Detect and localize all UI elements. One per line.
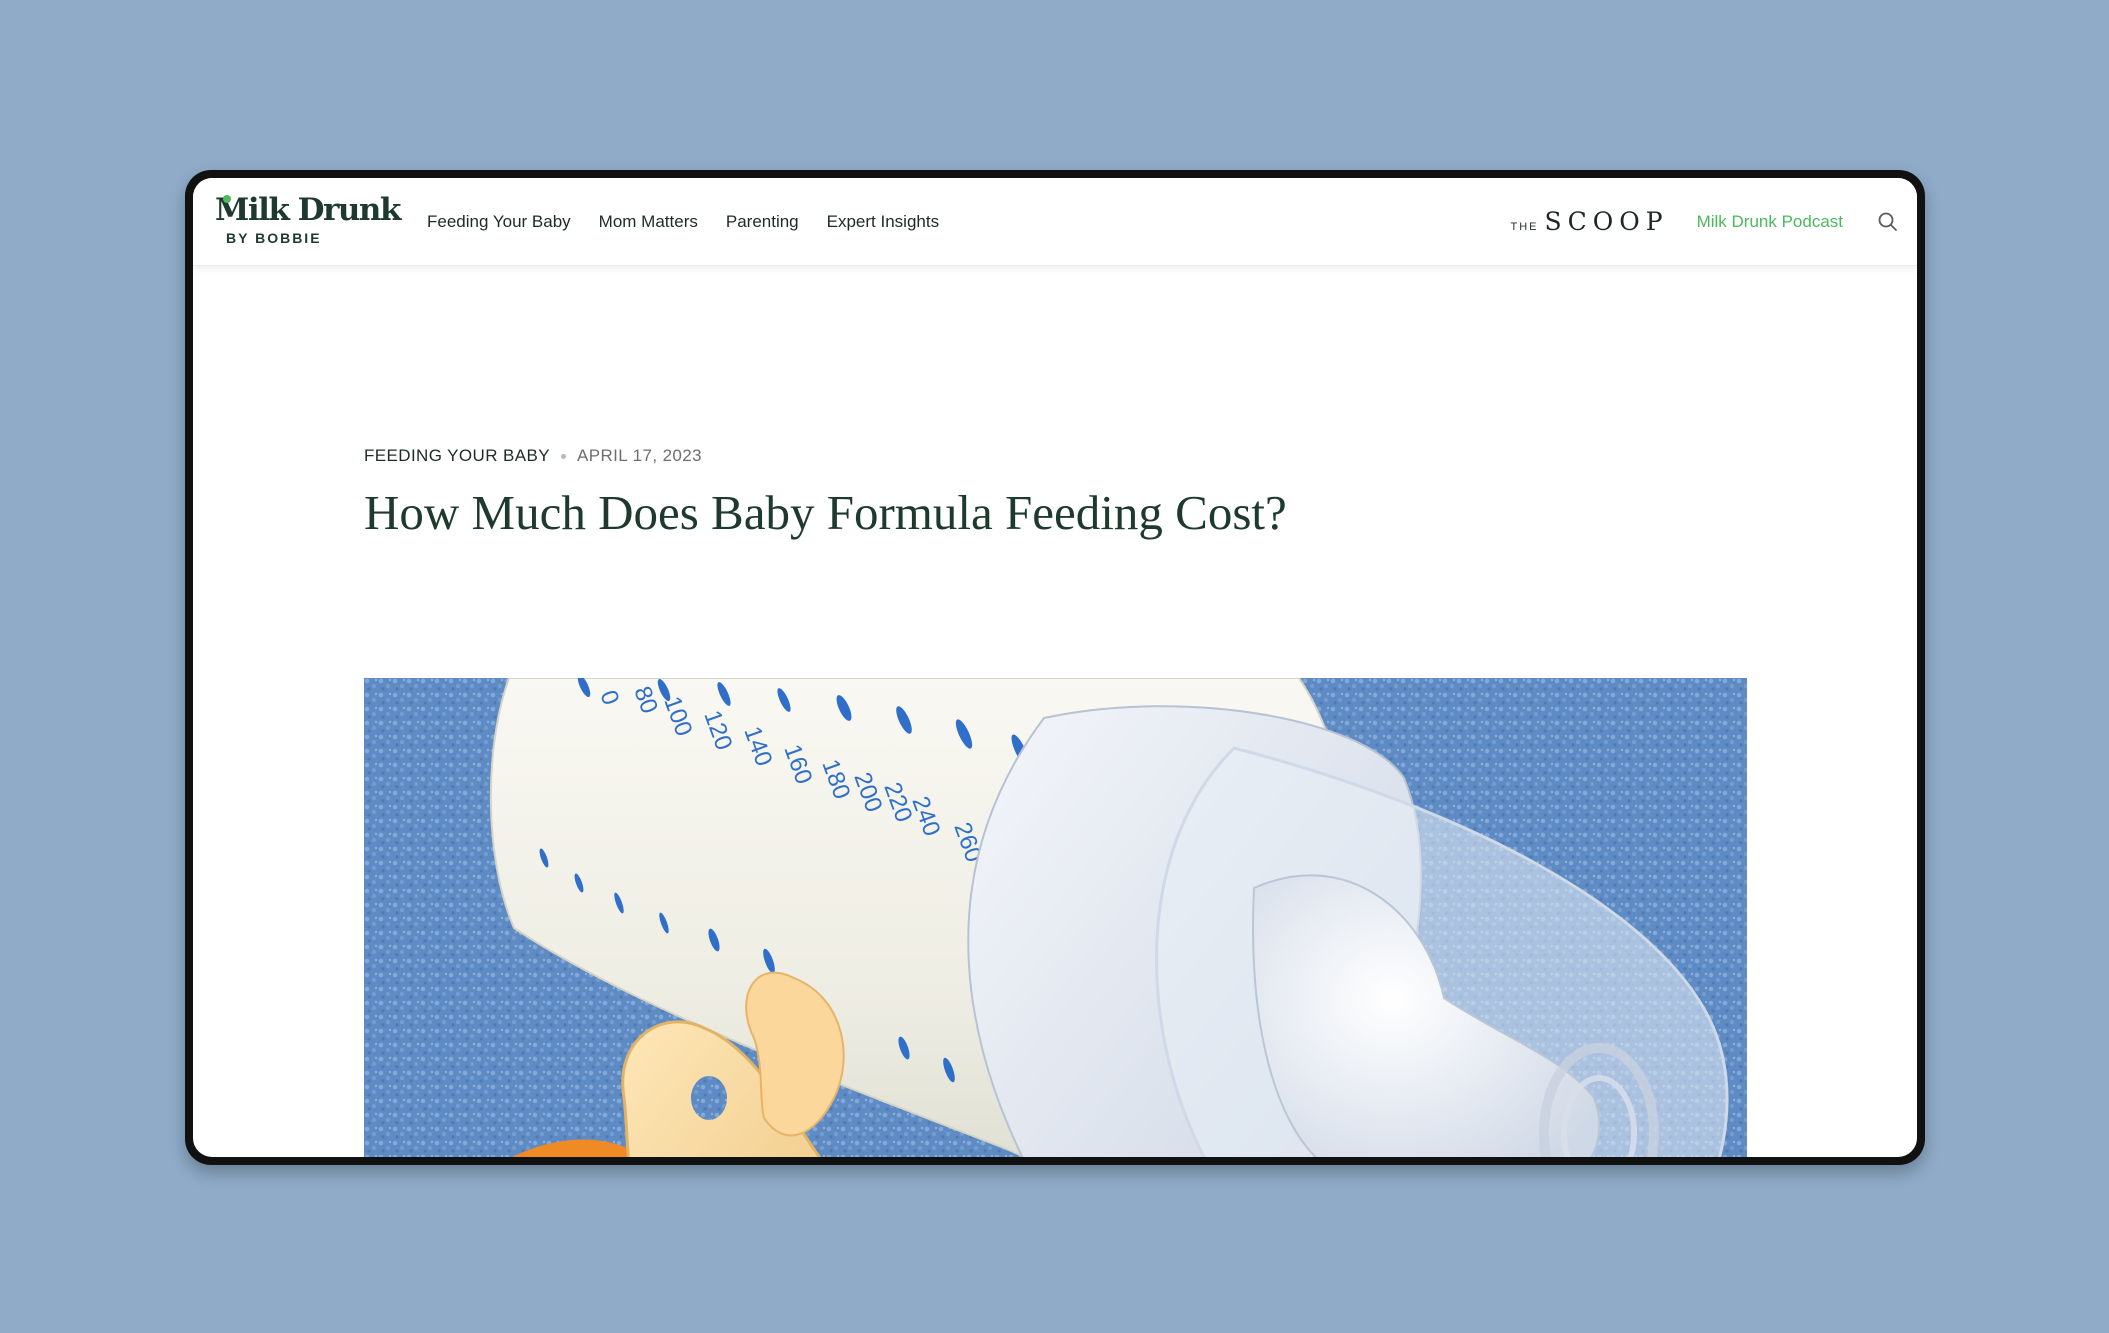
header-right: THE SCOOP Milk Drunk Podcast — [1510, 178, 1917, 265]
meta-separator — [560, 453, 566, 459]
device-frame: Milk Drunk BY BOBBIE Feeding Your Baby M… — [185, 170, 1925, 1165]
nav-item-mom-matters[interactable]: Mom Matters — [599, 212, 698, 232]
article-title: How Much Does Baby Formula Feeding Cost? — [364, 485, 1287, 540]
site-logo[interactable]: Milk Drunk BY BOBBIE — [215, 192, 401, 248]
search-icon[interactable] — [1877, 211, 1899, 233]
browser-screen: Milk Drunk BY BOBBIE Feeding Your Baby M… — [193, 178, 1917, 1157]
scoop-prefix: THE — [1510, 221, 1539, 233]
podcast-link[interactable]: Milk Drunk Podcast — [1697, 212, 1843, 232]
main-nav: Feeding Your Baby Mom Matters Parenting … — [427, 178, 967, 265]
site-header: Milk Drunk BY BOBBIE Feeding Your Baby M… — [193, 178, 1917, 266]
nav-item-expert-insights[interactable]: Expert Insights — [827, 212, 939, 232]
hero-image: 0 80 100 120 140 160 180 200 220 240 260 — [364, 678, 1747, 1157]
the-scoop-logo-link[interactable]: THE SCOOP — [1510, 207, 1668, 236]
article-meta: FEEDING YOUR BABY APRIL 17, 2023 — [364, 446, 702, 466]
logo-byline: BY BOBBIE — [226, 230, 322, 246]
article-content: FEEDING YOUR BABY APRIL 17, 2023 How Muc… — [193, 266, 1917, 1157]
nav-item-parenting[interactable]: Parenting — [726, 212, 799, 232]
logo-wordmark: Milk Drunk — [215, 192, 401, 228]
article-category-link[interactable]: FEEDING YOUR BABY — [364, 446, 550, 466]
scoop-word: SCOOP — [1544, 207, 1669, 236]
article-date: APRIL 17, 2023 — [576, 446, 702, 465]
nav-item-feeding-your-baby[interactable]: Feeding Your Baby — [427, 212, 571, 232]
logo-dot — [223, 195, 231, 203]
